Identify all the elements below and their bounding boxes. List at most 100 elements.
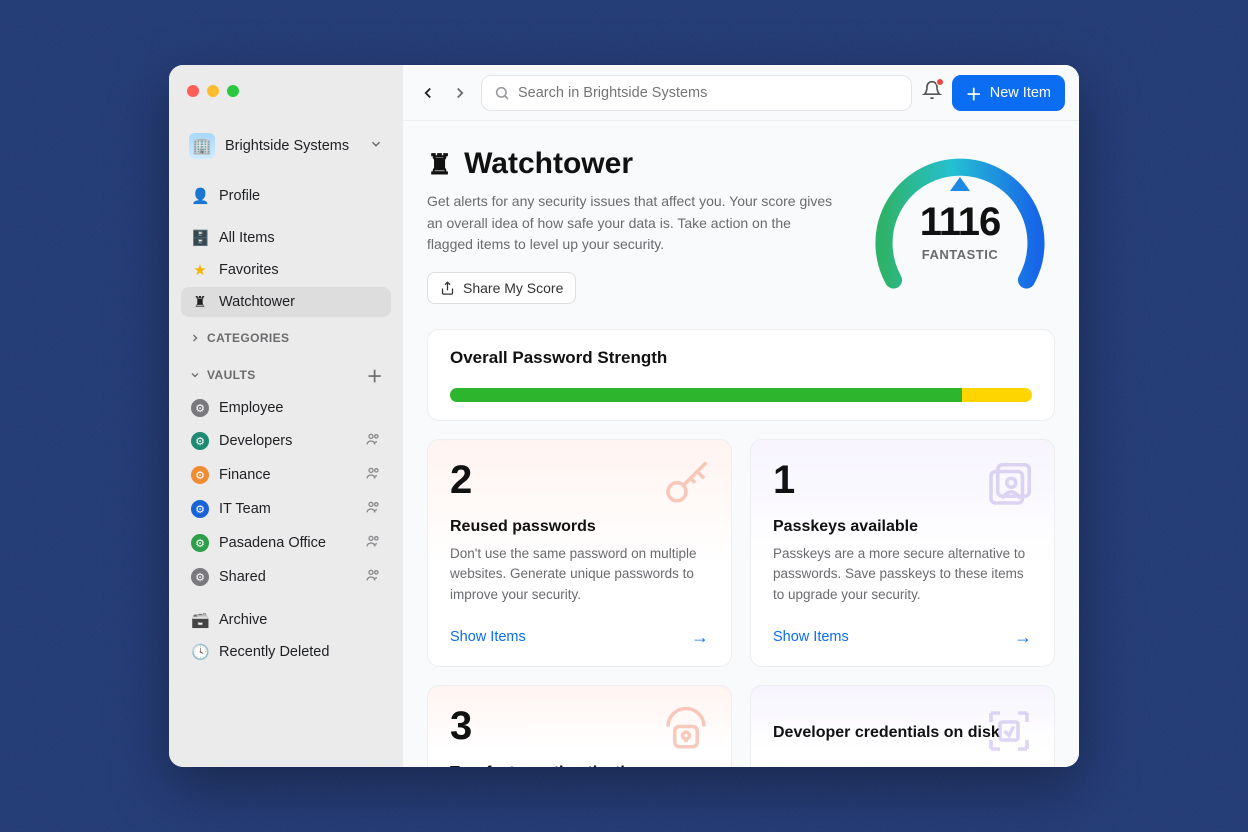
strength-title: Overall Password Strength [450, 348, 1032, 368]
sidebar-vault-item[interactable]: ⚙ Shared [181, 561, 391, 593]
show-items-link[interactable]: Show Items→ [773, 627, 1032, 648]
sidebar-label: Archive [219, 612, 267, 628]
vaults-label: VAULTS [207, 368, 256, 382]
vault-label: Developers [219, 433, 292, 449]
sidebar-item-archive[interactable]: 🗃️ Archive [181, 605, 391, 635]
all-items-icon: 🗄️ [191, 229, 209, 247]
star-icon: ★ [191, 261, 209, 279]
page-title-text: Watchtower [464, 147, 633, 181]
issue-card-icon [659, 458, 713, 512]
sidebar-label: All Items [219, 230, 275, 246]
issue-card-icon [982, 704, 1036, 758]
sidebar-label: Favorites [219, 262, 279, 278]
vault-icon: ⚙ [191, 432, 209, 450]
sidebar-vault-item[interactable]: ⚙ Pasadena Office [181, 527, 391, 559]
workspace-name: Brightside Systems [225, 138, 359, 154]
issue-cards-grid: 2 Reused passwords Don't use the same pa… [427, 439, 1055, 767]
sidebar-vault-item[interactable]: ⚙ Finance [181, 459, 391, 491]
vault-icon: ⚙ [191, 399, 209, 417]
arrow-right-icon: → [691, 627, 709, 648]
sidebar-vault-item[interactable]: ⚙ Employee [181, 393, 391, 423]
zoom-window-button[interactable] [227, 85, 239, 97]
vault-label: Pasadena Office [219, 535, 326, 551]
sidebar-item-profile[interactable]: 👤 Profile [181, 181, 391, 211]
shared-icon [365, 533, 381, 553]
show-items-link[interactable]: Show Items→ [450, 627, 709, 648]
sidebar-label: Recently Deleted [219, 644, 329, 660]
categories-section-header[interactable]: CATEGORIES [181, 319, 391, 351]
watchtower-page-icon: ♜ [427, 148, 452, 181]
strength-bar [450, 388, 1032, 402]
share-score-label: Share My Score [463, 280, 563, 296]
notifications-button[interactable] [922, 80, 942, 105]
sidebar-vault-item[interactable]: ⚙ Developers [181, 425, 391, 457]
vault-label: Employee [219, 400, 283, 416]
issue-card: 1 Passkeys available Passkeys are a more… [750, 439, 1055, 667]
sidebar-item-recently-deleted[interactable]: 🕓 Recently Deleted [181, 637, 391, 667]
search-input[interactable] [518, 85, 899, 101]
new-item-label: New Item [990, 85, 1051, 101]
add-vault-button[interactable]: ＋ [367, 363, 383, 387]
sidebar-item-all-items[interactable]: 🗄️ All Items [181, 223, 391, 253]
share-score-button[interactable]: Share My Score [427, 272, 576, 304]
sidebar-item-favorites[interactable]: ★ Favorites [181, 255, 391, 285]
profile-icon: 👤 [191, 187, 209, 205]
search-icon [494, 85, 510, 101]
watchtower-icon: ♜ [191, 293, 209, 311]
close-window-button[interactable] [187, 85, 199, 97]
issue-card: 2 Reused passwords Don't use the same pa… [427, 439, 732, 667]
strength-green-segment [450, 388, 962, 402]
forward-button[interactable] [449, 82, 471, 104]
vault-label: Shared [219, 569, 266, 585]
scroll-area: ♜ Watchtower Get alerts for any security… [403, 121, 1079, 767]
strength-yellow-segment [962, 388, 1032, 402]
watchtower-hero: ♜ Watchtower Get alerts for any security… [427, 147, 1055, 307]
chevron-right-icon [189, 332, 201, 344]
issue-card-icon [982, 458, 1036, 512]
issue-title: Passkeys available [773, 518, 1032, 536]
minimize-window-button[interactable] [207, 85, 219, 97]
app-window: 🏢 Brightside Systems 👤 Profile 🗄️ All It… [169, 65, 1079, 767]
categories-label: CATEGORIES [207, 331, 289, 345]
sidebar-label: Profile [219, 188, 260, 204]
vault-icon: ⚙ [191, 500, 209, 518]
notification-badge [936, 78, 944, 86]
issue-description: Don't use the same password on multiple … [450, 544, 709, 605]
arrow-right-icon: → [1014, 627, 1032, 648]
new-item-button[interactable]: ＋ New Item [952, 75, 1065, 111]
issue-description: Passkeys are a more secure alternative t… [773, 544, 1032, 605]
plus-icon: ＋ [966, 81, 982, 105]
vault-icon: ⚙ [191, 466, 209, 484]
issue-card: 3 Two-factor authentication [427, 685, 732, 767]
shared-icon [365, 431, 381, 451]
archive-icon: 🗃️ [191, 611, 209, 629]
back-button[interactable] [417, 82, 439, 104]
sidebar: 🏢 Brightside Systems 👤 Profile 🗄️ All It… [169, 65, 403, 767]
workspace-switcher[interactable]: 🏢 Brightside Systems [181, 127, 391, 165]
chevron-down-icon [189, 369, 201, 381]
issue-card: Developer credentials on disk [750, 685, 1055, 767]
shared-icon [365, 465, 381, 485]
trash-icon: 🕓 [191, 643, 209, 661]
vaults-section-header[interactable]: VAULTS ＋ [181, 351, 391, 393]
gauge-needle-icon [950, 177, 970, 191]
vault-icon: ⚙ [191, 534, 209, 552]
shared-icon [365, 567, 381, 587]
workspace-icon: 🏢 [189, 133, 215, 159]
vault-icon: ⚙ [191, 568, 209, 586]
sidebar-label: Watchtower [219, 294, 295, 310]
score-gauge: 1116 FANTASTIC [865, 147, 1055, 307]
sidebar-vault-item[interactable]: ⚙ IT Team [181, 493, 391, 525]
issue-title: Two-factor authentication [450, 764, 709, 767]
shared-icon [365, 499, 381, 519]
page-description: Get alerts for any security issues that … [427, 191, 835, 256]
page-title: ♜ Watchtower [427, 147, 835, 181]
issue-title: Reused passwords [450, 518, 709, 536]
sidebar-item-watchtower[interactable]: ♜ Watchtower [181, 287, 391, 317]
content-area: ＋ New Item ♜ Watchtower Get alerts for a… [403, 65, 1079, 767]
share-icon [440, 281, 455, 296]
search-field[interactable] [481, 75, 912, 111]
topbar: ＋ New Item [403, 65, 1079, 121]
chevron-down-icon [369, 137, 383, 156]
issue-card-icon [659, 704, 713, 758]
